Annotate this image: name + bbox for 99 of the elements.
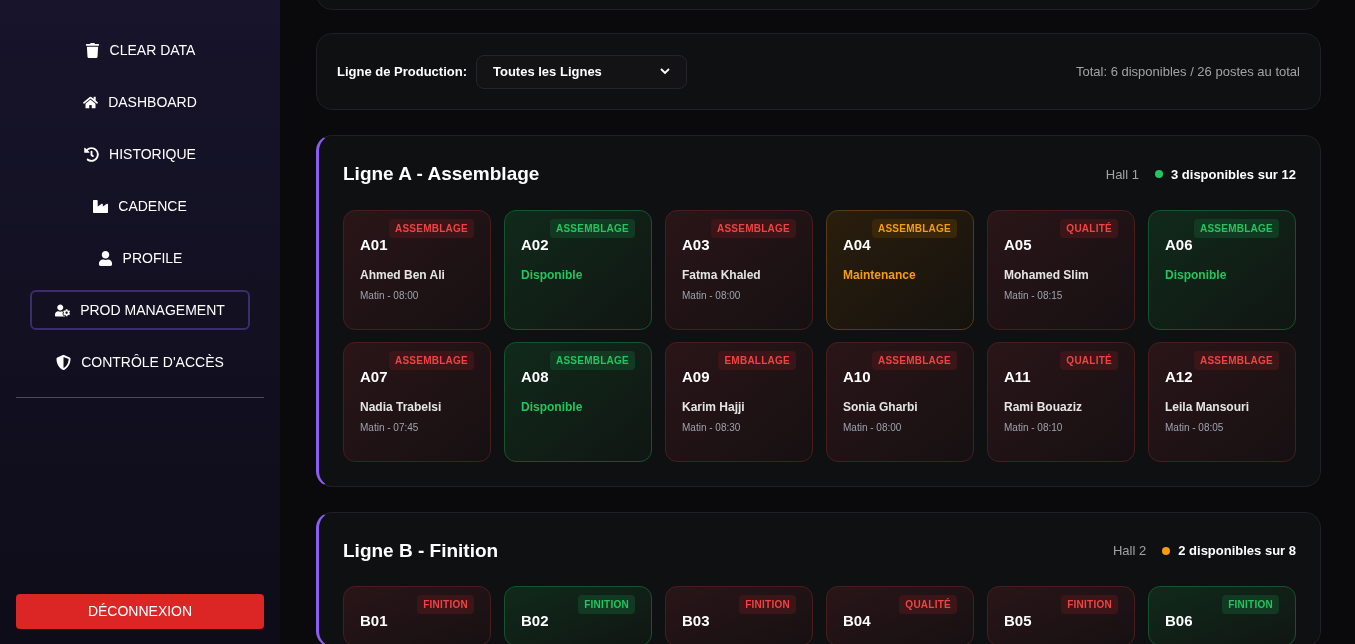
- line-select[interactable]: Toutes les Lignes: [476, 54, 687, 89]
- worker-name: Fatma Khaled: [682, 267, 762, 284]
- shift-time: Matin - 08:05: [1165, 421, 1225, 435]
- worker-name: Nadia Trabelsi: [360, 399, 443, 416]
- station-card[interactable]: FINITION B01: [343, 586, 491, 644]
- category-badge: ASSEMBLAGE: [871, 350, 957, 370]
- nav-item[interactable]: PROD MANAGEMENT: [30, 290, 250, 330]
- user-icon: [97, 250, 113, 266]
- station-id: B04: [843, 611, 872, 631]
- hall-label: Hall 1: [1105, 165, 1139, 184]
- worker-name: Rami Bouaziz: [1004, 399, 1083, 416]
- category-badge: ASSEMBLAGE: [871, 218, 957, 238]
- shift-time: Matin - 08:00: [682, 289, 742, 303]
- availability-count: 2 disponibles sur 8: [1178, 542, 1296, 560]
- shift-time: Matin - 08:10: [1004, 421, 1064, 435]
- category-badge: ASSEMBLAGE: [388, 218, 474, 238]
- nav-item[interactable]: CADENCE: [30, 186, 250, 226]
- trash-icon: [84, 42, 100, 58]
- station-id: B03: [682, 611, 711, 631]
- station-card[interactable]: ASSEMBLAGE A01 Ahmed Ben Ali Matin - 08:00: [343, 209, 491, 330]
- category-badge: ASSEMBLAGE: [549, 218, 635, 238]
- category-badge: ASSEMBLAGE: [1193, 350, 1279, 370]
- station-id: A01: [360, 234, 389, 255]
- station-id: A08: [521, 366, 550, 387]
- hall-label: Hall 2: [1113, 542, 1147, 560]
- station-id: A10: [843, 366, 872, 387]
- category-badge: ASSEMBLAGE: [549, 350, 635, 370]
- station-card[interactable]: ASSEMBLAGE A08 Disponible: [504, 341, 652, 462]
- category-badge: QUALITÉ: [1060, 218, 1118, 238]
- nav-item[interactable]: CLEAR DATA: [30, 30, 250, 70]
- shift-time: Matin - 08:15: [1004, 289, 1064, 303]
- station-card[interactable]: ASSEMBLAGE A04 Maintenance: [826, 209, 974, 330]
- station-card[interactable]: FINITION B05: [987, 586, 1135, 644]
- shift-time: Matin - 08:00: [843, 421, 903, 435]
- category-badge: FINITION: [1061, 595, 1118, 614]
- line-title: Ligne A - Assemblage: [343, 162, 540, 186]
- shift-time: Matin - 07:45: [360, 421, 420, 435]
- nav-item[interactable]: PROFILE: [30, 238, 250, 278]
- availability-count: 3 disponibles sur 12: [1171, 165, 1296, 184]
- category-badge: ASSEMBLAGE: [1193, 218, 1279, 238]
- station-card[interactable]: QUALITÉ B04: [826, 586, 974, 644]
- user-gear-icon: [55, 302, 71, 318]
- nav-item[interactable]: CONTRÔLE D'ACCÈS: [30, 342, 250, 382]
- category-badge: FINITION: [739, 595, 796, 614]
- station-card[interactable]: ASSEMBLAGE A03 Fatma Khaled Matin - 08:00: [665, 209, 813, 330]
- station-status: Maintenance: [843, 267, 917, 284]
- station-card[interactable]: QUALITÉ A05 Mohamed Slim Matin - 08:15: [987, 209, 1135, 330]
- home-icon: [83, 94, 99, 110]
- station-card[interactable]: ASSEMBLAGE A06 Disponible: [1148, 209, 1296, 330]
- category-badge: FINITION: [1222, 595, 1279, 614]
- station-id: A11: [1004, 366, 1032, 387]
- shift-time: Matin - 08:00: [360, 289, 420, 303]
- category-badge: QUALITÉ: [1060, 350, 1118, 370]
- station-card[interactable]: ASSEMBLAGE A12 Leila Mansouri Matin - 08:05: [1148, 341, 1296, 462]
- station-status: Disponible: [521, 267, 584, 284]
- station-id: A09: [682, 366, 711, 387]
- station-id: A02: [521, 234, 550, 255]
- line-title: Ligne B - Finition: [343, 538, 499, 563]
- total-summary: Total: 6 disponibles / 26 postes au total: [1075, 62, 1300, 81]
- category-badge: FINITION: [417, 595, 474, 614]
- shield-icon: [56, 354, 72, 370]
- category-badge: FINITION: [578, 595, 635, 614]
- category-badge: QUALITÉ: [899, 595, 957, 614]
- station-card[interactable]: QUALITÉ A11 Rami Bouaziz Matin - 08:10: [987, 341, 1135, 462]
- station-id: A06: [1165, 234, 1194, 255]
- category-badge: EMBALLAGE: [718, 350, 796, 370]
- station-card[interactable]: ASSEMBLAGE A10 Sonia Gharbi Matin - 08:00: [826, 341, 974, 462]
- shift-time: Matin - 08:30: [682, 421, 742, 435]
- worker-name: Karim Hajji: [682, 399, 746, 416]
- category-badge: ASSEMBLAGE: [388, 350, 474, 370]
- station-id: B02: [521, 611, 550, 631]
- filter-label: Ligne de Production:: [337, 62, 467, 81]
- history-icon: [84, 146, 100, 162]
- station-id: B01: [360, 611, 389, 631]
- station-id: A03: [682, 234, 711, 255]
- station-card[interactable]: FINITION B03: [665, 586, 813, 644]
- nav-item[interactable]: HISTORIQUE: [30, 134, 250, 174]
- worker-name: Leila Mansouri: [1165, 399, 1251, 416]
- station-id: A12: [1165, 366, 1194, 387]
- worker-name: Mohamed Slim: [1004, 267, 1090, 284]
- station-id: A05: [1004, 234, 1033, 255]
- station-id: B06: [1165, 611, 1194, 631]
- factory-icon: [93, 198, 109, 214]
- station-id: A04: [843, 234, 872, 255]
- station-status: Disponible: [1165, 267, 1228, 284]
- station-id: B05: [1004, 611, 1033, 631]
- station-card[interactable]: EMBALLAGE A09 Karim Hajji Matin - 08:30: [665, 341, 813, 462]
- station-card[interactable]: ASSEMBLAGE A02 Disponible: [504, 209, 652, 330]
- nav-item[interactable]: DASHBOARD: [30, 82, 250, 122]
- station-id: A07: [360, 366, 389, 387]
- worker-name: Ahmed Ben Ali: [360, 267, 446, 284]
- logout-button[interactable]: DÉCONNEXION: [16, 594, 264, 629]
- category-badge: ASSEMBLAGE: [710, 218, 796, 238]
- station-status: Disponible: [521, 399, 584, 416]
- station-card[interactable]: FINITION B06: [1148, 586, 1296, 644]
- worker-name: Sonia Gharbi: [843, 399, 919, 416]
- station-card[interactable]: ASSEMBLAGE A07 Nadia Trabelsi Matin - 07:45: [343, 341, 491, 462]
- station-card[interactable]: FINITION B02: [504, 586, 652, 644]
- chevron-down-icon: [660, 68, 670, 75]
